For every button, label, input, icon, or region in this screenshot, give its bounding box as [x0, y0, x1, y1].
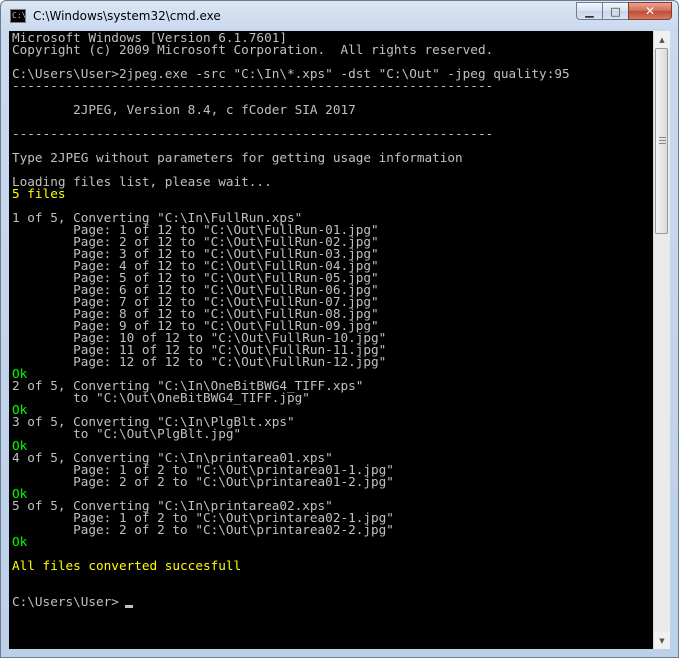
caption-buttons: ▁ □ ✕	[576, 2, 672, 21]
scroll-up-arrow-icon: ▲	[659, 35, 665, 44]
console-line: to "C:\Out\OneBitBWG4_TIFF.jpg"	[12, 390, 310, 405]
maximize-icon: □	[610, 4, 621, 18]
text-cursor	[125, 605, 133, 608]
minimize-button[interactable]: ▁	[576, 2, 602, 20]
console-line: ----------------------------------------…	[12, 78, 494, 93]
console-text: Microsoft Windows [Version 6.1.7601] Copy…	[9, 31, 653, 608]
cmd-window: C:\ C:\Windows\system32\cmd.exe ▁ □ ✕ Mi…	[0, 0, 679, 658]
console-line: Page: 2 of 2 to "C:\Out\printarea01-2.jp…	[12, 474, 394, 489]
console-line: Page: 2 of 2 to "C:\Out\printarea02-2.jp…	[12, 522, 394, 537]
console-line: Ok	[12, 534, 28, 549]
console-line: Type 2JPEG without parameters for gettin…	[12, 150, 463, 165]
console-line: ----------------------------------------…	[12, 126, 494, 141]
close-button[interactable]: ✕	[628, 2, 672, 20]
console-line: All files converted succesfull	[12, 558, 242, 573]
console-output[interactable]: Microsoft Windows [Version 6.1.7601] Copy…	[9, 31, 653, 649]
console-line: to "C:\Out\PlgBlt.jpg"	[12, 426, 242, 441]
scroll-up-button[interactable]: ▲	[654, 31, 670, 48]
cmd-icon: C:\	[10, 9, 26, 23]
console-line: Copyright (c) 2009 Microsoft Corporation…	[12, 42, 494, 57]
console-line: C:\Users\User>	[12, 594, 119, 609]
console-line: 2JPEG, Version 8.4, c fCoder SIA 2017	[12, 102, 356, 117]
console-line: 5 files	[12, 186, 66, 201]
console-line: Loading files list, please wait...	[12, 174, 272, 189]
console-line: Page: 12 of 12 to "C:\Out\FullRun-12.jpg…	[12, 354, 387, 369]
scroll-grip-icon	[659, 137, 666, 145]
scroll-thumb[interactable]	[655, 48, 668, 234]
scroll-down-arrow-icon: ▼	[659, 636, 665, 645]
close-icon: ✕	[644, 4, 656, 18]
maximize-button[interactable]: □	[602, 2, 628, 20]
vertical-scrollbar[interactable]: ▲ ▼	[653, 31, 670, 649]
minimize-icon: ▁	[585, 4, 594, 18]
scroll-down-button[interactable]: ▼	[654, 632, 670, 649]
title-bar[interactable]: C:\ C:\Windows\system32\cmd.exe ▁ □ ✕	[1, 1, 678, 31]
window-title: C:\Windows\system32\cmd.exe	[33, 9, 221, 23]
